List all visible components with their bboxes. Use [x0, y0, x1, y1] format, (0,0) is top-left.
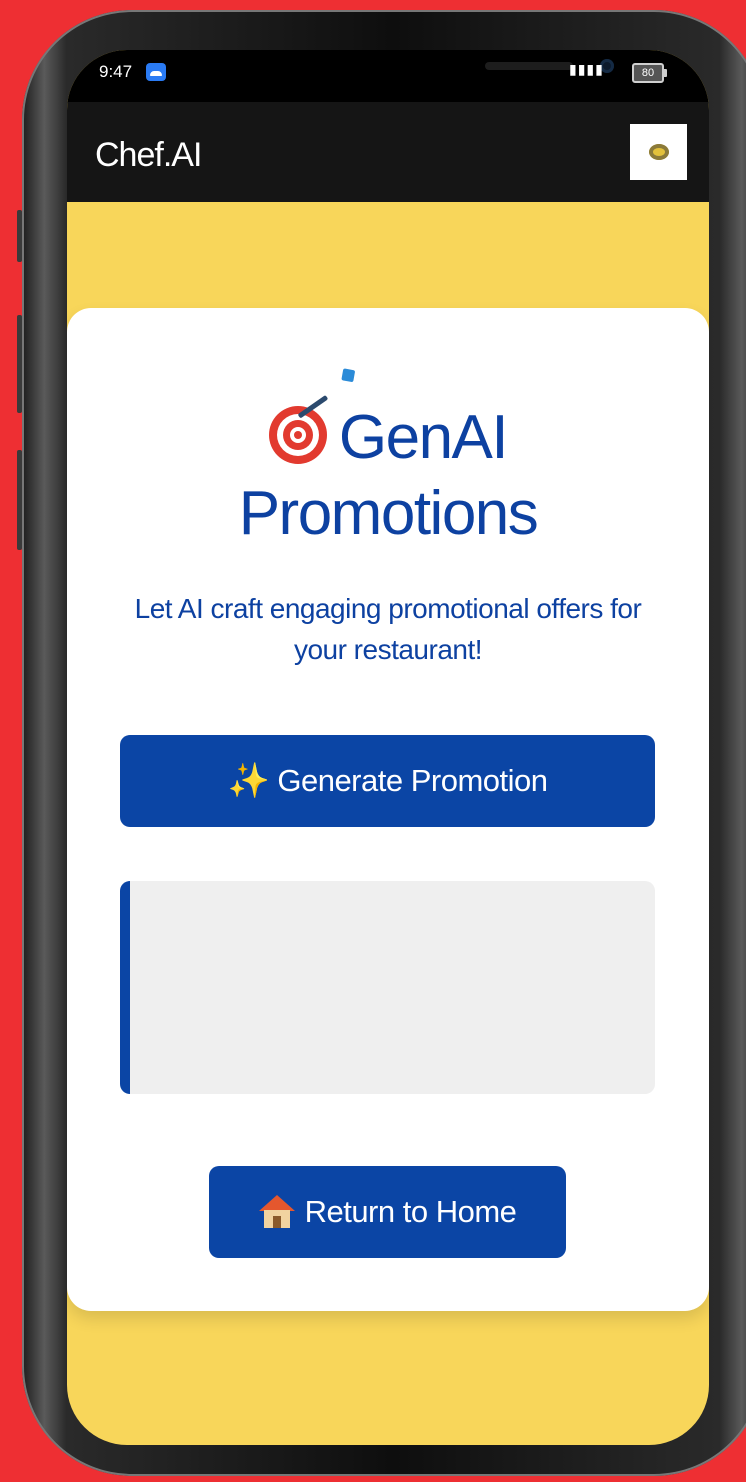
house-icon — [258, 1195, 295, 1229]
status-bar: 9:47 ▮▮▮▮ 80 — [67, 50, 709, 102]
avatar-icon — [648, 144, 669, 160]
phone-volume-up-button — [17, 315, 22, 413]
page-subtitle: Let AI craft engaging promotional offers… — [134, 593, 642, 665]
generate-promotion-button[interactable]: ✨ Generate Promotion — [120, 735, 655, 827]
status-time: 9:47 — [99, 62, 133, 81]
phone-screen: 9:47 ▮▮▮▮ 80 Chef.AI GenAI Promotions Le… — [67, 50, 709, 1445]
target-icon — [268, 368, 356, 464]
generate-promotion-label: Generate Promotion — [277, 763, 548, 798]
notification-app-icon — [146, 63, 166, 81]
signal-icon: ▮▮▮▮ — [569, 62, 604, 78]
phone-side-button — [17, 210, 22, 262]
promotion-card: GenAI Promotions Let AI craft engaging p… — [67, 308, 709, 1311]
phone-volume-down-button — [17, 450, 22, 550]
page-title: GenAI Promotions — [67, 368, 709, 552]
page-title-line-1: GenAI — [67, 368, 709, 476]
promotion-output-box — [120, 881, 655, 1094]
return-home-label: Return to Home — [304, 1194, 517, 1229]
camera-notch — [209, 50, 614, 102]
app-title: Chef.AI — [95, 136, 202, 174]
return-home-button[interactable]: Return to Home — [209, 1166, 566, 1258]
speaker-grille — [485, 62, 573, 70]
battery-icon: 80 — [632, 63, 667, 83]
sparkles-icon: ✨ — [227, 762, 270, 800]
page-title-text-1: GenAI — [338, 403, 509, 472]
app-bar: Chef.AI — [67, 102, 709, 202]
page-title-text-2: Promotions — [238, 479, 539, 548]
user-avatar-button[interactable] — [630, 124, 687, 180]
